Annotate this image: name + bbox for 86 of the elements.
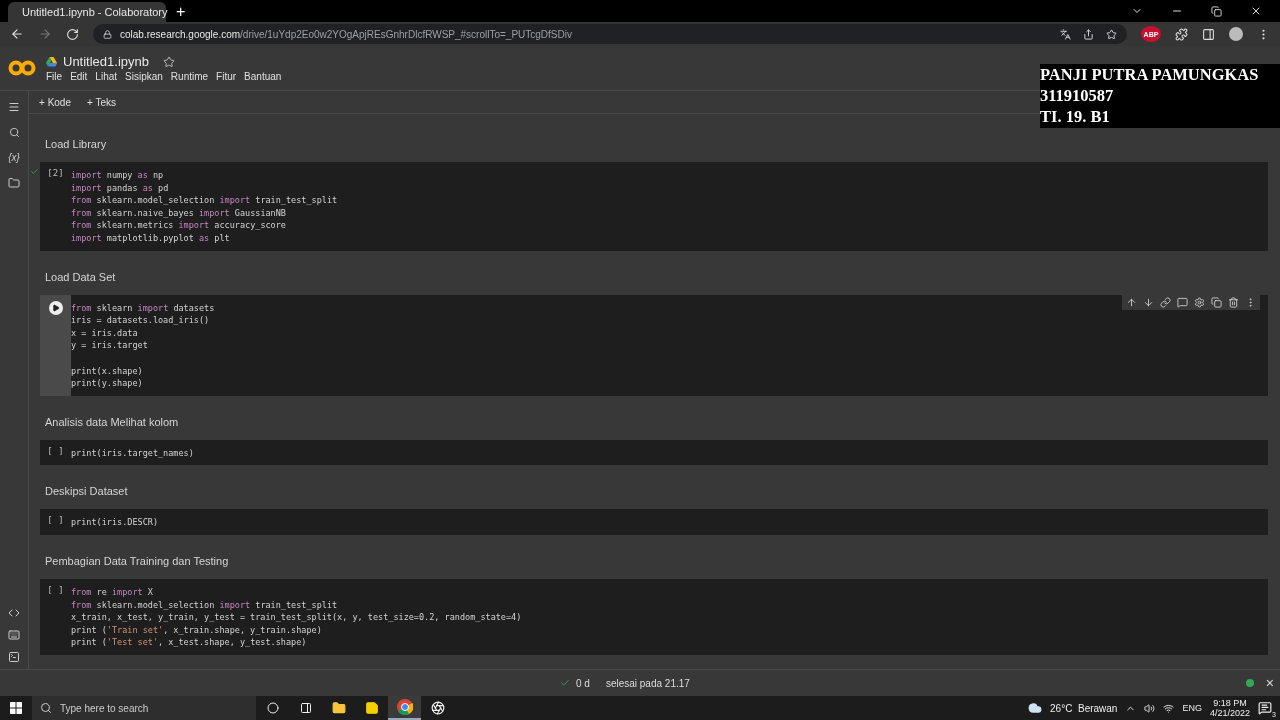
- link-icon[interactable]: [1160, 296, 1171, 308]
- keyboard-icon[interactable]: [8, 629, 20, 641]
- section-heading: Analisis data Melihat kolom: [44, 414, 180, 430]
- terminal-icon[interactable]: [8, 651, 20, 663]
- section-heading: Pembagian Data Training dan Testing: [44, 553, 230, 569]
- bookmark-icon[interactable]: [1106, 28, 1117, 40]
- status-message: selesai pada 21.17: [605, 677, 690, 689]
- menu-item[interactable]: Edit: [70, 71, 88, 82]
- close-button[interactable]: ×: [1259, 675, 1280, 691]
- aperture-icon[interactable]: [430, 701, 445, 715]
- menu-icon[interactable]: [8, 101, 20, 113]
- lock-icon: [103, 29, 112, 39]
- restore-icon[interactable]: [1211, 5, 1222, 17]
- notification-icon[interactable]: [1258, 701, 1272, 715]
- menu-item[interactable]: Runtime: [170, 71, 209, 82]
- add-cell-button[interactable]: + Teks: [85, 96, 118, 108]
- menu-item[interactable]: Sisipkan: [125, 71, 163, 82]
- section-heading: Load Data Set: [44, 269, 117, 285]
- cloud-icon: [1028, 701, 1043, 715]
- new-tab-button[interactable]: +: [176, 2, 186, 22]
- menu-item[interactable]: Lihat: [95, 71, 118, 82]
- search-field[interactable]: Type here to search: [32, 696, 256, 720]
- windows-icon[interactable]: [10, 702, 22, 714]
- translate-icon[interactable]: [1060, 28, 1071, 40]
- execution-count: [ ]: [47, 445, 64, 458]
- code-cell[interactable]: [40, 578, 1268, 655]
- caption-line: TI. 19. B1: [1040, 106, 1111, 127]
- move-up-icon[interactable]: [1126, 296, 1137, 308]
- chrome-icon[interactable]: [396, 699, 413, 715]
- volume-icon[interactable]: [1144, 702, 1156, 714]
- share-icon[interactable]: [1083, 28, 1094, 40]
- execution-count: [ ]: [47, 584, 64, 597]
- code-text[interactable]: import numpy as np import pandas as pd from sklearn.model_selection import train_test_split from sklearn.naive_bayes import GaussianNB from sklearn.metrics import accuracy_score import matplotlib.pyplot as plt: [71, 162, 338, 251]
- add-cell-button[interactable]: + Kode: [37, 96, 73, 108]
- code-icon[interactable]: [8, 607, 20, 619]
- execution-count: [ ]: [47, 515, 64, 528]
- task-view-icon[interactable]: [299, 702, 312, 714]
- section-heading: Load Library: [44, 137, 108, 152]
- code-cell[interactable]: [ ] print(iris.target_names): [40, 439, 1268, 466]
- code-text[interactable]: from re import X from sklearn.model_selection import train_test_split x_train, x_test, y_train, y_test = train_test_split(x, y, test_size=0.2, random_state=4) print ('Train set', x_train.shape, y_train.shape) print ('Test set', x_test.shape, y_test.shape): [71, 578, 522, 655]
- variables-icon[interactable]: {x}: [8, 152, 20, 163]
- delete-icon[interactable]: [1228, 296, 1239, 308]
- close-icon[interactable]: [1250, 5, 1262, 17]
- check-icon: [560, 678, 570, 688]
- browser-tab[interactable]: Untitled1.ipynb - Colaboratory: [8, 2, 166, 22]
- clock[interactable]: 9:18 PM 4/21/2022: [1209, 698, 1250, 718]
- menu-item[interactable]: Fitur: [216, 71, 237, 82]
- code-text[interactable]: from sklearn import datasets iris = datasets.load_iris() x = iris.data y = iris.target print(x.shape) print(y.shape): [71, 294, 215, 396]
- url-text: colab.research.google.com/drive/1uYdp2Eo0w2YOgApjREsGnhrDlcfRWSP_#scrollTo=_PUTcgDfSDiv: [120, 28, 572, 40]
- search-icon[interactable]: [8, 127, 20, 138]
- notebook-title[interactable]: Untitled1.ipynb: [63, 54, 149, 69]
- settings-icon[interactable]: [1194, 296, 1205, 308]
- mirror-icon[interactable]: [1211, 296, 1222, 308]
- star-icon[interactable]: [163, 55, 175, 68]
- execution-count: [2]: [47, 168, 64, 180]
- back-icon[interactable]: [10, 27, 24, 41]
- caption-line: PANJI PUTRA PAMUNGKAS: [1040, 64, 1260, 85]
- folder-icon[interactable]: [331, 701, 346, 715]
- reload-icon[interactable]: [66, 27, 79, 41]
- cortana-icon[interactable]: [266, 702, 279, 714]
- comment-icon[interactable]: [1177, 296, 1188, 308]
- code-text[interactable]: print(iris.target_names): [71, 439, 194, 466]
- code-text[interactable]: print(iris.DESCR): [71, 509, 158, 535]
- menu-item[interactable]: File: [46, 71, 63, 82]
- sticky-note-icon[interactable]: [364, 701, 379, 715]
- side-panel-icon[interactable]: [1202, 27, 1215, 41]
- folder-icon[interactable]: [8, 177, 20, 189]
- code-cell[interactable]: [ ] print(iris.DESCR): [40, 509, 1268, 535]
- search-icon: [40, 702, 52, 714]
- language-indicator[interactable]: ENG: [1182, 703, 1202, 713]
- forward-icon[interactable]: [38, 27, 52, 41]
- code-cell[interactable]: from sklearn import datasets iris = datasets.load_iris() x = iris.data y = iris.target print(x.shape) print(y.shape): [40, 294, 1268, 396]
- run-duration: 0 d: [576, 677, 590, 689]
- section-heading: Deskipsi Dataset: [44, 484, 129, 500]
- logo-icon: [8, 60, 36, 76]
- menu-item[interactable]: Bantuan: [244, 71, 282, 82]
- weather-text[interactable]: 26°C Berawan: [1050, 702, 1118, 714]
- play-icon: [51, 303, 60, 312]
- run-button[interactable]: [48, 300, 63, 315]
- drive-icon: [46, 56, 57, 67]
- move-down-icon[interactable]: [1143, 296, 1154, 308]
- avatar[interactable]: [1229, 27, 1243, 41]
- caption-line: 311910587: [1040, 85, 1115, 106]
- extensions-icon[interactable]: [1175, 27, 1188, 41]
- wifi-icon[interactable]: [1163, 702, 1175, 714]
- address-bar[interactable]: colab.research.google.com/drive/1uYdp2Eo0w2YOgApjREsGnhrDlcfRWSP_#scrollTo=_PUTcgDfSDiv: [93, 24, 1127, 44]
